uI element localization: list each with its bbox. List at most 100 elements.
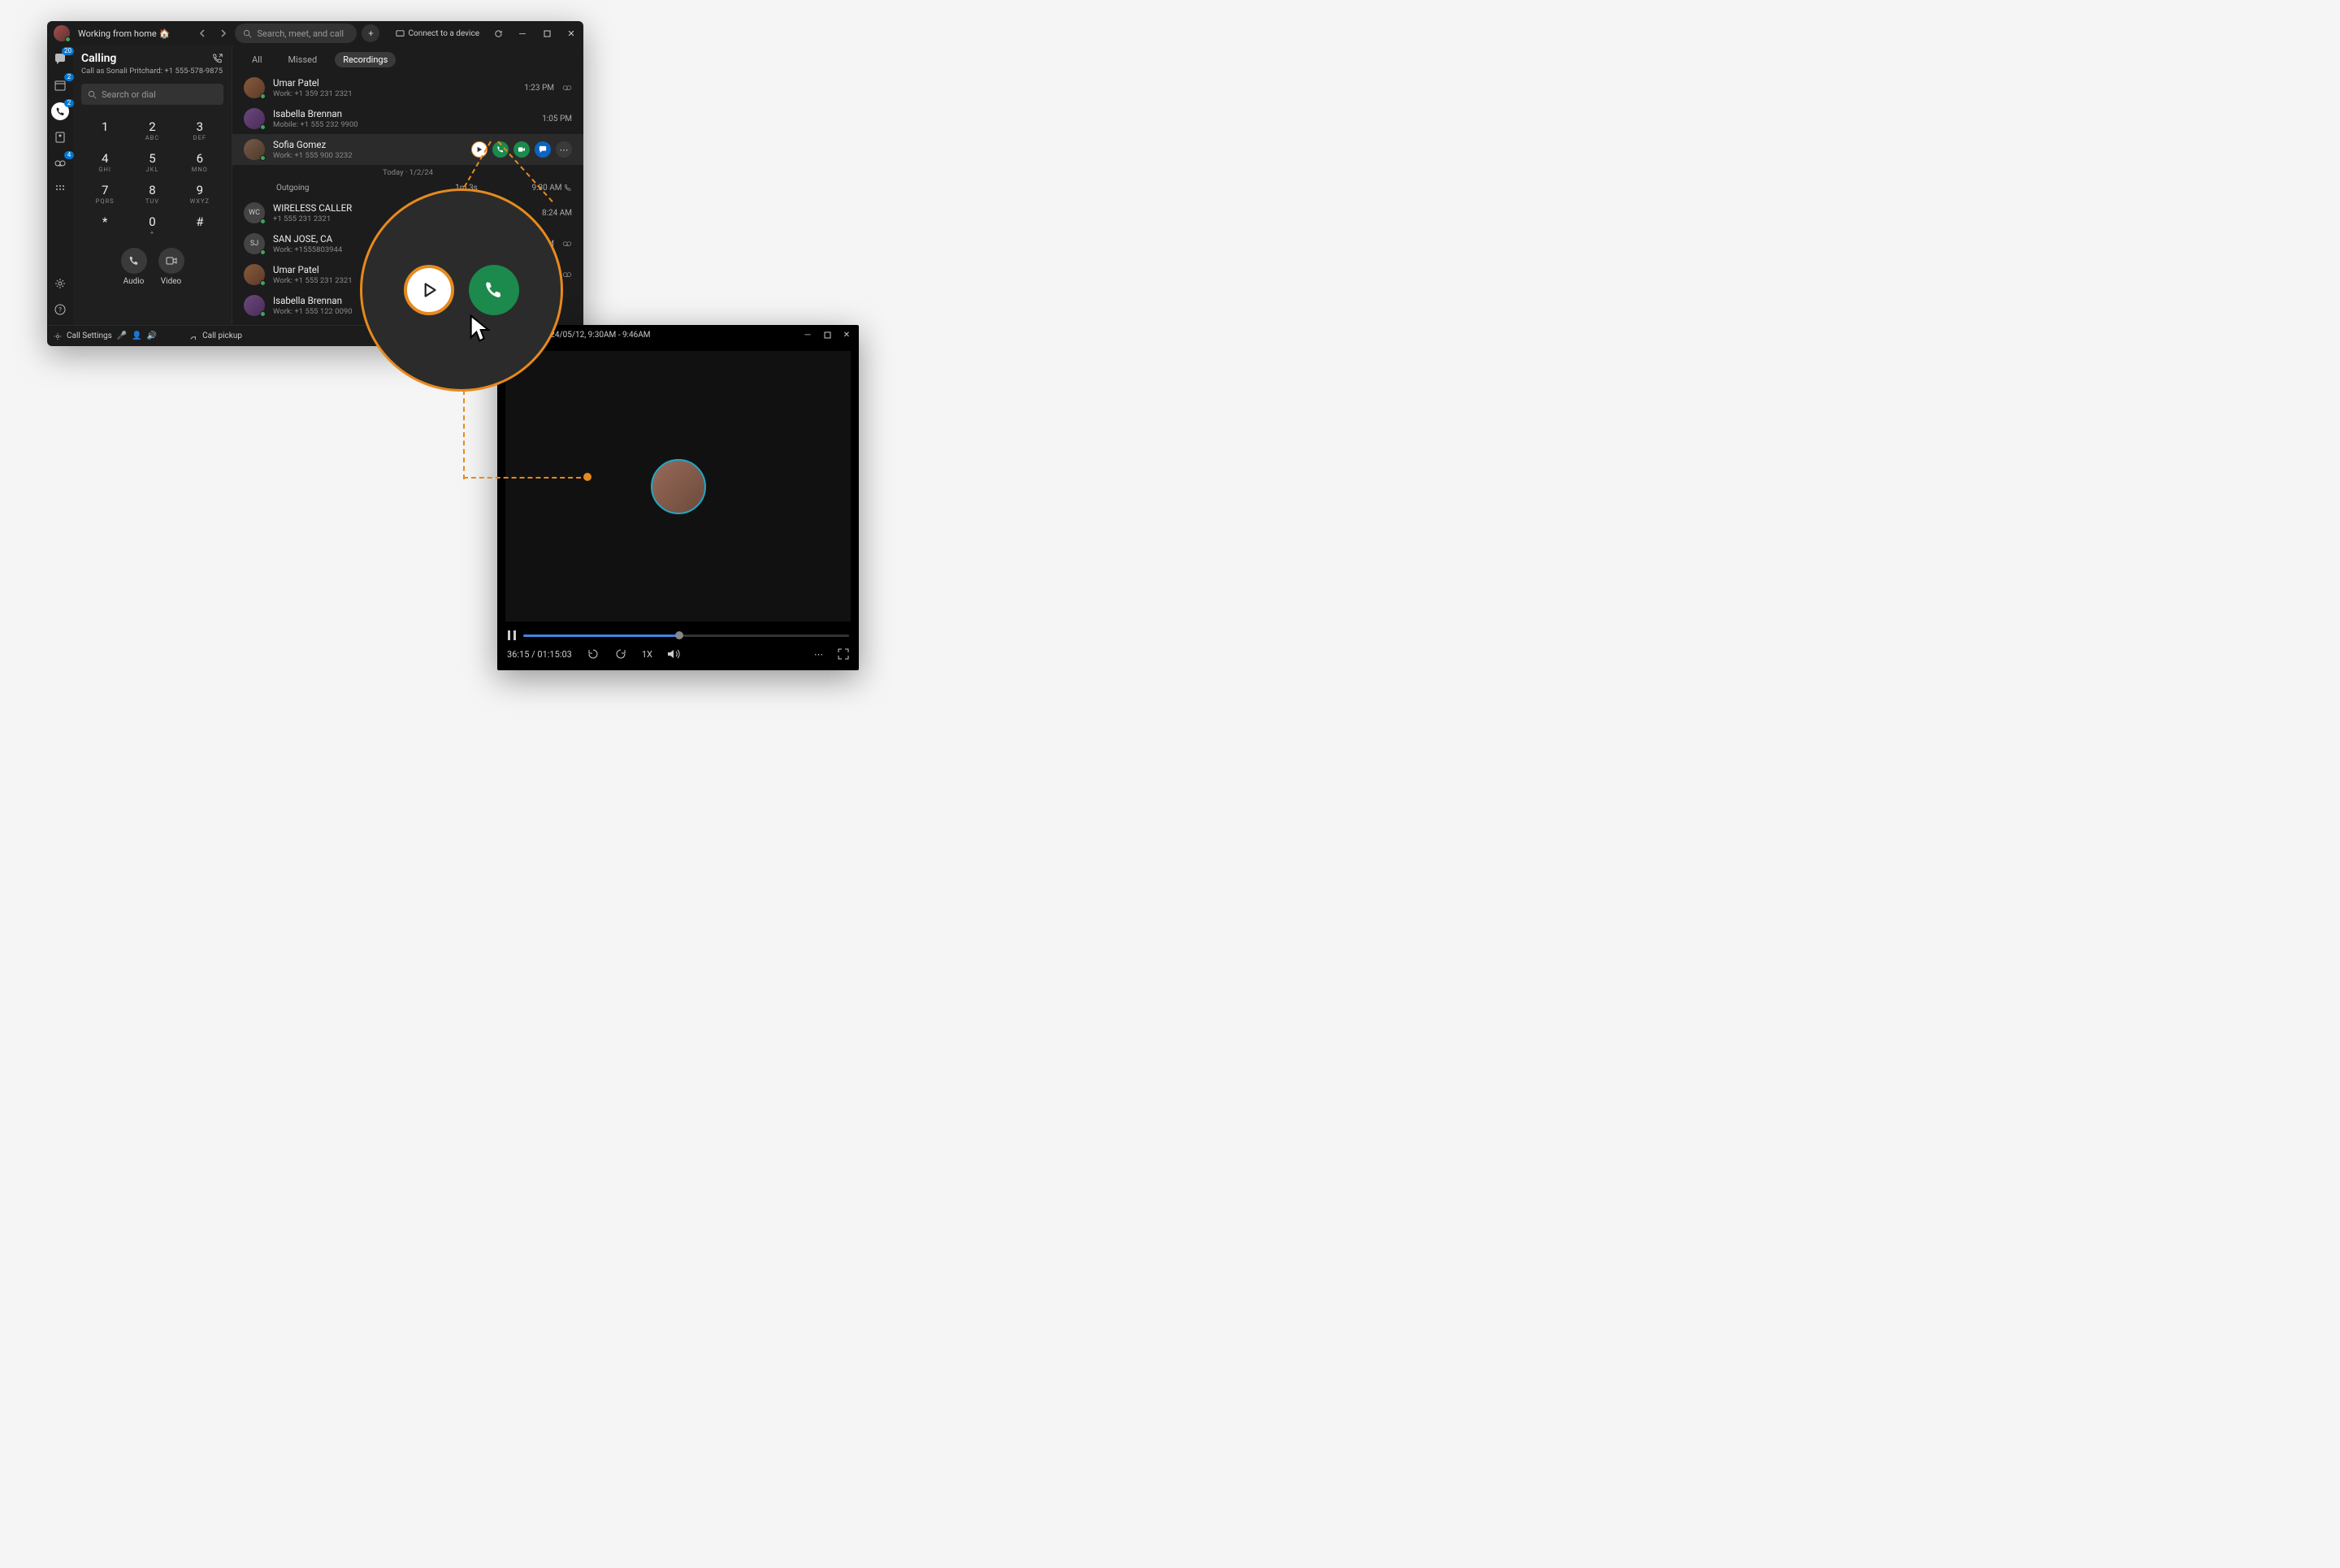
rail-contacts[interactable] — [51, 128, 69, 146]
play-icon — [418, 279, 440, 301]
tab-all[interactable]: All — [244, 52, 271, 67]
video-call-button[interactable]: Video — [158, 248, 184, 286]
play-icon — [476, 146, 483, 153]
global-search[interactable]: Search, meet, and call — [235, 24, 357, 43]
recording-row[interactable]: Sofia GomezWork: +1 555 900 3232⋯ — [232, 134, 583, 165]
keypad-key-0[interactable]: 0+ — [128, 211, 176, 240]
keypad: 1 2ABC3DEF 4GHI5JKL6MNO 7PQRS8TUV9WXYZ * 0+… — [81, 116, 223, 240]
row-avatar: SJ — [244, 233, 265, 254]
player-window: Gomez | 2024/05/12, 9:30AM - 9:46AM ─ ✕ … — [497, 325, 859, 670]
add-button[interactable]: + — [362, 24, 379, 42]
nav-back[interactable] — [196, 26, 210, 41]
video-call-button[interactable] — [514, 141, 530, 158]
player-maximize[interactable] — [821, 329, 833, 340]
progress-fill — [523, 635, 679, 637]
more-button[interactable]: ⋯ — [556, 141, 572, 158]
mic-status-icon: 🎤 — [117, 331, 127, 340]
device-icon — [396, 29, 405, 38]
contacts-icon — [54, 132, 66, 143]
connect-device[interactable]: Connect to a device — [396, 29, 479, 38]
row-avatar — [244, 264, 265, 285]
keypad-key-8[interactable]: 8TUV — [128, 180, 176, 208]
row-name: Isabella Brennan — [273, 108, 534, 119]
recording-row[interactable]: Isabella BrennanMobile: +1 555 232 9900 1… — [232, 103, 583, 134]
call-pickup-link[interactable]: Call pickup — [189, 331, 242, 340]
keypad-key-2[interactable]: 2ABC — [128, 116, 176, 145]
search-icon — [243, 29, 252, 38]
callout-line — [463, 390, 465, 479]
search-icon — [88, 90, 97, 99]
call-settings-link[interactable]: Call Settings 🎤 👤 🔊 — [54, 331, 157, 340]
volume-button[interactable] — [667, 648, 680, 660]
chat-badge: 20 — [62, 47, 74, 55]
rewind-icon — [587, 648, 600, 661]
audio-call-button[interactable]: Audio — [121, 248, 147, 286]
rail-voicemail[interactable]: 4 — [51, 154, 69, 172]
more-options-button[interactable]: ⋯ — [814, 649, 823, 660]
rail-calling[interactable]: 2 — [51, 102, 69, 120]
player-video-area — [505, 351, 851, 622]
magnifier-callout — [360, 188, 563, 392]
self-avatar[interactable] — [54, 25, 70, 41]
keypad-key-#[interactable]: # — [176, 211, 223, 240]
audio-call-button-zoom[interactable] — [469, 265, 519, 315]
phone-out-icon[interactable] — [212, 53, 223, 64]
row-time: 1:05 PM — [542, 115, 572, 123]
cursor-icon — [468, 314, 496, 346]
rail-calendar[interactable]: 2 — [51, 76, 69, 94]
calendar-badge: 2 — [64, 73, 74, 81]
keypad-key-5[interactable]: 5JKL — [128, 148, 176, 176]
pause-button[interactable] — [507, 630, 517, 641]
keypad-key-6[interactable]: 6MNO — [176, 148, 223, 176]
nav-forward[interactable] — [215, 26, 230, 41]
play-recording-button-zoom[interactable] — [404, 265, 454, 315]
keypad-key-7[interactable]: 7PQRS — [81, 180, 128, 208]
search-dial-input[interactable]: Search or dial — [81, 84, 223, 105]
row-name: Sofia Gomez — [273, 139, 463, 150]
forward-icon — [614, 648, 627, 661]
player-minimize[interactable]: ─ — [802, 329, 813, 340]
progress-thumb[interactable] — [675, 631, 683, 639]
dialer-title: Calling — [81, 52, 116, 65]
grid-icon — [55, 184, 65, 194]
keypad-key-1[interactable]: 1 — [81, 116, 128, 145]
rail-settings[interactable] — [51, 275, 69, 292]
row-time: 1:23 PM — [524, 84, 572, 93]
player-close[interactable]: ✕ — [841, 329, 852, 340]
progress-track[interactable] — [523, 635, 849, 637]
row-avatar — [244, 77, 265, 98]
keypad-key-3[interactable]: 3DEF — [176, 116, 223, 145]
tab-missed[interactable]: Missed — [280, 52, 326, 67]
phone-icon — [483, 279, 505, 301]
keypad-key-*[interactable]: * — [81, 211, 128, 240]
window-close[interactable]: ✕ — [566, 28, 577, 39]
fullscreen-button[interactable] — [838, 648, 849, 660]
chat-button[interactable] — [535, 141, 551, 158]
gear-small-icon — [54, 332, 62, 340]
fullscreen-icon — [838, 648, 849, 660]
phone-badge: 2 — [64, 99, 74, 107]
help-icon: ? — [54, 304, 66, 315]
person-status-icon: 👤 — [132, 331, 141, 340]
rail-help[interactable]: ? — [51, 301, 69, 318]
voicemail-icon — [562, 84, 572, 91]
speed-button[interactable]: 1X — [642, 649, 652, 660]
refresh-icon[interactable] — [492, 28, 504, 39]
window-maximize[interactable] — [541, 28, 552, 39]
forward-button[interactable] — [614, 648, 627, 661]
recording-row[interactable]: Umar PatelWork: +1 359 231 23211:23 PM — [232, 72, 583, 103]
tab-recordings[interactable]: Recordings — [335, 52, 396, 67]
keypad-key-4[interactable]: 4GHI — [81, 148, 128, 176]
rewind-button[interactable] — [587, 648, 600, 661]
rail-chat[interactable]: 20 — [51, 50, 69, 68]
row-sub: Mobile: +1 555 232 9900 — [273, 120, 534, 129]
nav-rail: 20 2 2 4 ? — [47, 45, 73, 325]
video-icon — [518, 146, 526, 153]
keypad-key-9[interactable]: 9WXYZ — [176, 180, 223, 208]
recording-timestamp: 2024/05/12, 9:30AM - 9:46AM — [541, 331, 650, 340]
row-avatar: WC — [244, 202, 265, 223]
voicemail-icon — [562, 240, 572, 247]
window-minimize[interactable]: ─ — [517, 28, 528, 39]
row-avatar — [244, 108, 265, 129]
rail-apps[interactable] — [51, 180, 69, 198]
